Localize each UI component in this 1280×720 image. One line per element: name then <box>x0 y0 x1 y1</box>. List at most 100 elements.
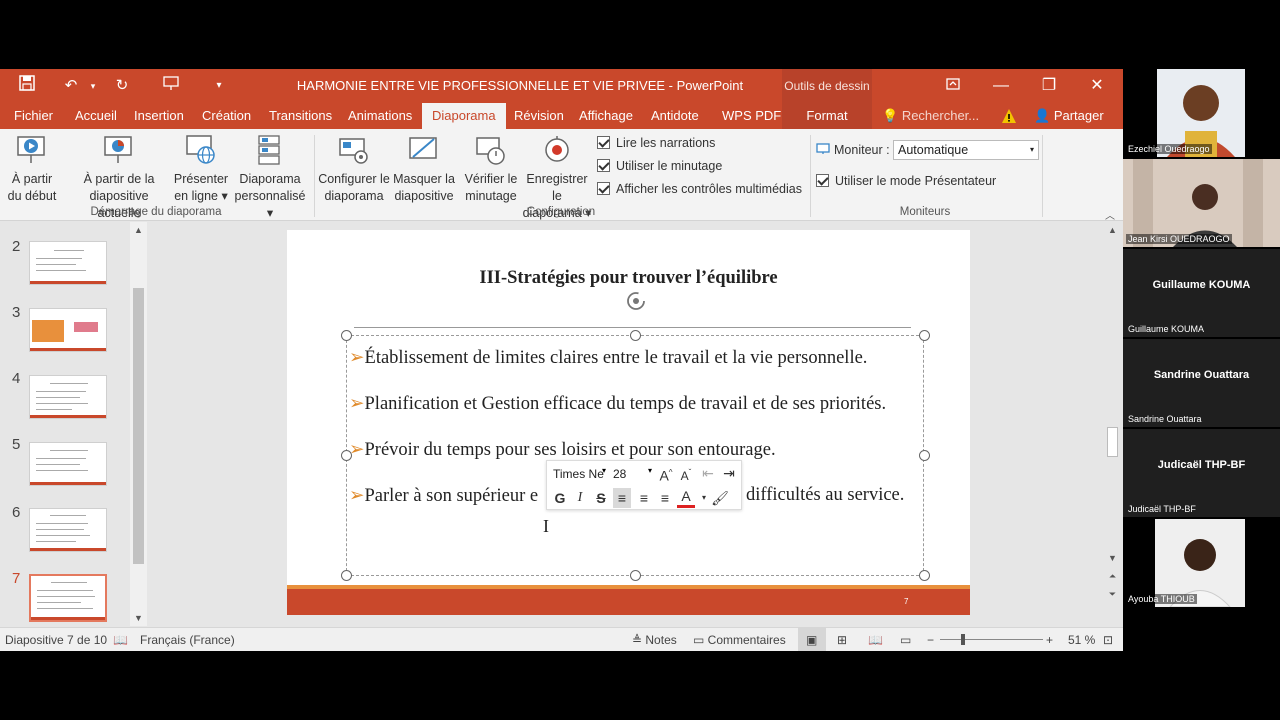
participant-tile[interactable]: Ezechiel Ouedraogo <box>1123 69 1280 157</box>
align-center-icon[interactable]: ≡ <box>635 488 653 508</box>
thumbnail-slide-3[interactable] <box>29 308 107 352</box>
italic-button[interactable]: I <box>571 488 589 508</box>
bullet-item[interactable]: ➢Établissement de limites claires entre … <box>349 347 867 369</box>
zoom-slider[interactable] <box>940 639 1043 640</box>
checkbox-presenter-view[interactable]: Utiliser le mode Présentateur <box>816 172 996 190</box>
maximize-button[interactable]: ❐ <box>1025 69 1073 103</box>
slideshow-view-icon[interactable]: ▭ <box>900 633 911 647</box>
monitor-select[interactable]: Automatique ▾ <box>893 140 1039 160</box>
participant-tile[interactable]: Guillaume KOUMA Guillaume KOUMA <box>1123 249 1280 337</box>
share-button[interactable]: 👤 Partager <box>1034 103 1104 129</box>
font-color-icon[interactable]: A <box>677 488 695 508</box>
bullet-item[interactable]: ➢Parler à son supérieur e <box>349 485 538 507</box>
scroll-up-icon[interactable]: ▲ <box>130 222 147 238</box>
warning-icon[interactable] <box>1001 108 1017 124</box>
editor-scrollbar[interactable]: ▲ ▼ ⏶ ⏷ <box>1104 222 1121 626</box>
bullet-item[interactable]: ➢Planification et Gestion efficace du te… <box>349 393 886 415</box>
thumbnail-slide-6[interactable] <box>29 508 107 552</box>
tab-accueil[interactable]: Accueil <box>69 103 123 129</box>
slide-canvas[interactable]: III-Stratégies pour trouver l’équilibre … <box>287 230 970 615</box>
scroll-down-icon[interactable]: ▼ <box>1104 550 1121 566</box>
increase-indent-icon[interactable]: ⇥ <box>720 463 738 483</box>
previous-slide-icon[interactable]: ⏶ <box>1104 568 1121 584</box>
spellcheck-icon[interactable]: 📖 <box>113 633 128 647</box>
tab-format[interactable]: Format <box>782 103 872 129</box>
increase-font-icon[interactable]: A^ <box>657 463 675 484</box>
scroll-up-icon[interactable]: ▲ <box>1104 222 1121 238</box>
scrollbar-thumb[interactable] <box>133 288 144 564</box>
align-right-icon[interactable]: ≡ <box>656 488 674 508</box>
checkbox-use-timings[interactable]: Utiliser le minutage <box>597 157 722 175</box>
checkbox-play-narrations[interactable]: Lire les narrations <box>597 134 715 152</box>
slide-sorter-icon[interactable]: ⊞ <box>837 633 847 647</box>
scrollbar-thumb[interactable] <box>1107 427 1118 457</box>
zoom-in-icon[interactable]: + <box>1046 633 1053 647</box>
setup-slideshow-button[interactable]: Configurer le diaporama <box>316 133 392 205</box>
thumbnails-scrollbar[interactable]: ▲ ▼ <box>130 222 147 626</box>
bullet-text-tail[interactable]: difficultés au service. <box>746 485 904 506</box>
decrease-font-icon[interactable]: Aˇ <box>677 463 695 483</box>
participant-name: Judicaël THP-BF <box>1128 504 1196 514</box>
tab-affichage[interactable]: Affichage <box>573 103 639 129</box>
chevron-down-icon[interactable]: ▾ <box>602 466 606 475</box>
bold-button[interactable]: G <box>551 488 569 508</box>
resize-handle[interactable] <box>919 330 930 341</box>
participant-tile[interactable]: Judicaël THP-BF Judicaël THP-BF <box>1123 429 1280 517</box>
resize-handle[interactable] <box>630 570 641 581</box>
rehearse-timings-button[interactable]: Vérifier le minutage <box>461 133 521 205</box>
notes-label: Notes <box>645 633 677 647</box>
reading-view-icon[interactable]: 📖 <box>868 633 883 647</box>
collapse-ribbon-icon[interactable]: ︿ <box>1105 207 1115 222</box>
next-slide-icon[interactable]: ⏷ <box>1104 586 1121 602</box>
tab-animations[interactable]: Animations <box>342 103 418 129</box>
start-from-beginning-button[interactable]: À partir du début <box>2 133 62 205</box>
resize-handle[interactable] <box>341 330 352 341</box>
zoom-out-icon[interactable]: − <box>927 633 934 647</box>
checkbox-media-controls[interactable]: Afficher les contrôles multimédias <box>597 180 802 198</box>
fit-slide-icon[interactable]: ⊡ <box>1103 633 1113 647</box>
scroll-down-icon[interactable]: ▼ <box>130 610 147 626</box>
resize-handle[interactable] <box>919 450 930 461</box>
resize-handle[interactable] <box>341 570 352 581</box>
thumb-line <box>50 450 88 451</box>
thumbnail-slide-5[interactable] <box>29 442 107 486</box>
ribbon-display-icon[interactable] <box>929 69 977 103</box>
tab-diaporama[interactable]: Diaporama <box>422 103 506 129</box>
tab-antidote[interactable]: Antidote <box>645 103 705 129</box>
chevron-down-icon[interactable]: ▾ <box>648 466 652 475</box>
format-painter-icon[interactable]: 🖌 <box>711 488 729 508</box>
bullet-text: Prévoir du temps pour ses loisirs et pou… <box>364 440 776 460</box>
resize-handle[interactable] <box>630 330 641 341</box>
tab-creation[interactable]: Création <box>196 103 257 129</box>
slide-title[interactable]: III-Stratégies pour trouver l’équilibre <box>287 268 970 289</box>
tab-insertion[interactable]: Insertion <box>128 103 190 129</box>
hide-slide-button[interactable]: Masquer la diapositive <box>392 133 456 205</box>
font-name-select[interactable]: Times Ne <box>551 465 607 483</box>
thumbnail-slide-2[interactable] <box>29 241 107 285</box>
thumbnail-slide-4[interactable] <box>29 375 107 419</box>
thumbnail-slide-7[interactable] <box>29 574 107 622</box>
bullet-item[interactable]: ➢Prévoir du temps pour ses loisirs et po… <box>349 439 776 461</box>
close-button[interactable]: ✕ <box>1073 69 1121 103</box>
participant-tile[interactable]: Jean Kirsi OUEDRAOGO <box>1123 159 1280 247</box>
present-online-button[interactable]: Présenter en ligne ▾ <box>170 133 232 205</box>
zoom-slider-thumb[interactable] <box>961 634 965 645</box>
comments-button[interactable]: ▭ Commentaires <box>693 633 786 647</box>
tab-revision[interactable]: Révision <box>508 103 570 129</box>
strikethrough-button[interactable]: S <box>592 488 610 508</box>
language-status[interactable]: Français (France) <box>140 633 235 647</box>
notes-button[interactable]: ≜ Notes <box>632 633 677 647</box>
align-left-icon[interactable]: ≡ <box>613 488 631 508</box>
decrease-indent-icon[interactable]: ⇤ <box>699 463 717 483</box>
font-size-select[interactable]: 28 <box>611 465 651 483</box>
tab-transitions[interactable]: Transitions <box>263 103 338 129</box>
rotate-handle-icon[interactable] <box>624 289 648 313</box>
zoom-level[interactable]: 51 % <box>1068 633 1095 647</box>
search-box[interactable]: 💡 Rechercher... <box>882 103 979 129</box>
tab-fichier[interactable]: Fichier <box>8 103 59 129</box>
resize-handle[interactable] <box>919 570 930 581</box>
participant-tile[interactable]: Ayouba THIOUB <box>1123 519 1280 607</box>
participant-tile[interactable]: Sandrine Ouattara Sandrine Ouattara <box>1123 339 1280 427</box>
tab-wps-pdf[interactable]: WPS PDF <box>716 103 787 129</box>
minimize-button[interactable]: — <box>977 69 1025 103</box>
